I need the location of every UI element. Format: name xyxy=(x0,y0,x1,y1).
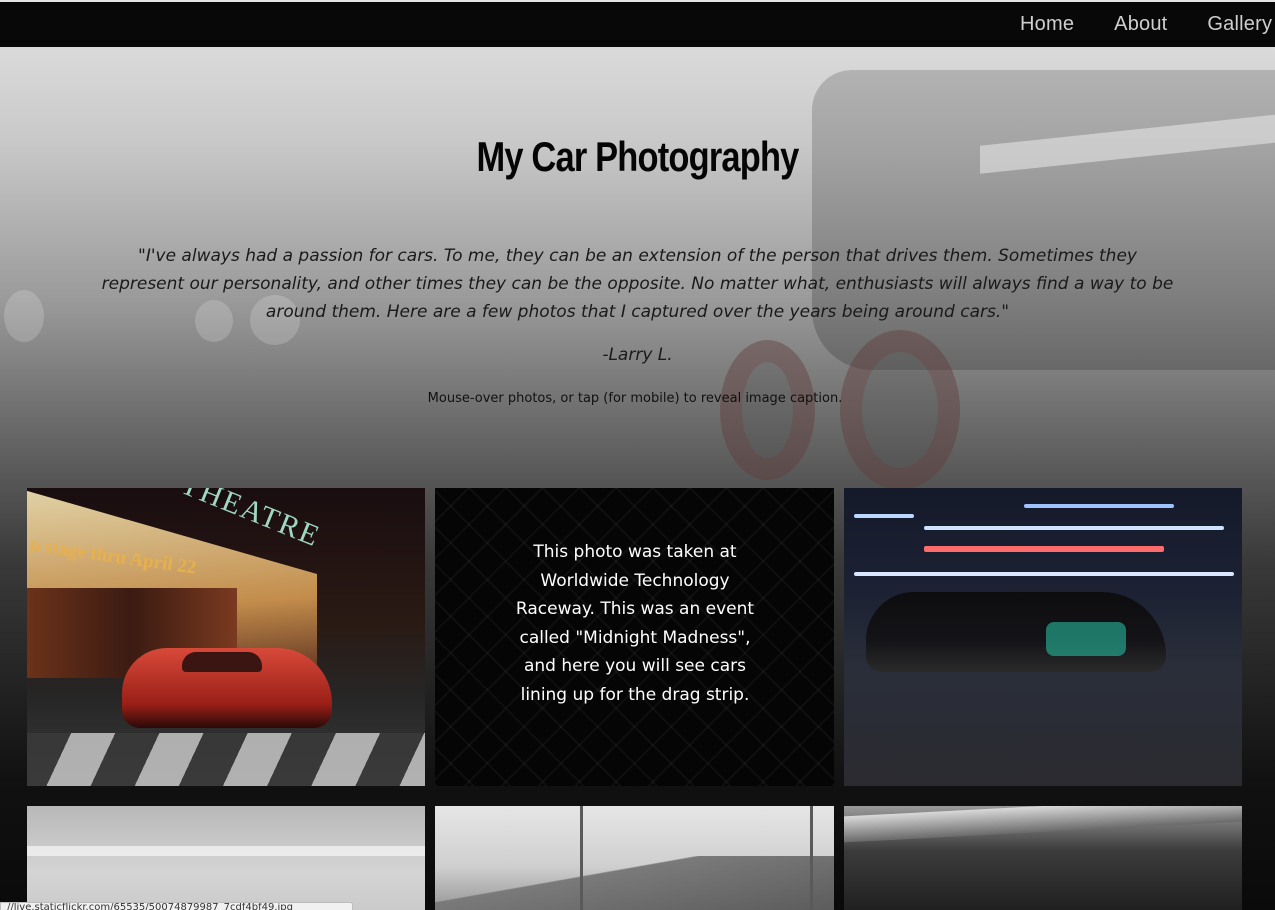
page-title: My Car Photography xyxy=(476,133,799,180)
top-navigation-bar: Home About Gallery xyxy=(0,2,1275,47)
nav-menu: Home About Gallery xyxy=(1020,2,1272,47)
pole xyxy=(810,806,813,910)
background-bokeh xyxy=(4,290,44,342)
light-streak xyxy=(1024,504,1174,508)
light-streak xyxy=(924,546,1164,552)
browser-status-url: //live.staticflickr.com/65535/5007487998… xyxy=(0,902,353,910)
car-light-glow xyxy=(1046,622,1126,656)
gallery-photo-raceway[interactable]: This photo was taken at Worldwide Techno… xyxy=(435,488,834,786)
gallery-photo-theatre[interactable]: THEATRE n stage thru April 22 xyxy=(27,488,425,786)
garage-roof xyxy=(844,806,1242,843)
light-streak xyxy=(854,572,1234,576)
quote-author: -Larry L. xyxy=(602,345,673,365)
horizon xyxy=(27,846,425,856)
nav-link-gallery[interactable]: Gallery xyxy=(1207,13,1272,36)
nav-link-about[interactable]: About xyxy=(1114,13,1167,36)
gallery-photo-6[interactable] xyxy=(844,806,1242,910)
light-streak xyxy=(924,526,1224,530)
pole xyxy=(580,806,583,910)
gallery-photo-5[interactable] xyxy=(435,806,834,910)
hillside xyxy=(435,856,834,910)
photo-caption: This photo was taken at Worldwide Techno… xyxy=(515,542,755,705)
intro-quote: "I've always had a passion for cars. To … xyxy=(101,246,1174,322)
light-streak xyxy=(854,514,914,518)
gallery-photo-drift-car[interactable] xyxy=(844,488,1242,786)
car-window xyxy=(182,652,262,672)
nav-link-home[interactable]: Home xyxy=(1020,13,1074,36)
crosswalk xyxy=(27,733,425,786)
gallery-photo-4[interactable] xyxy=(27,806,425,910)
dark-car xyxy=(866,592,1166,672)
caption-hint: Mouse-over photos, or tap (for mobile) t… xyxy=(427,391,843,406)
red-car xyxy=(122,648,332,728)
